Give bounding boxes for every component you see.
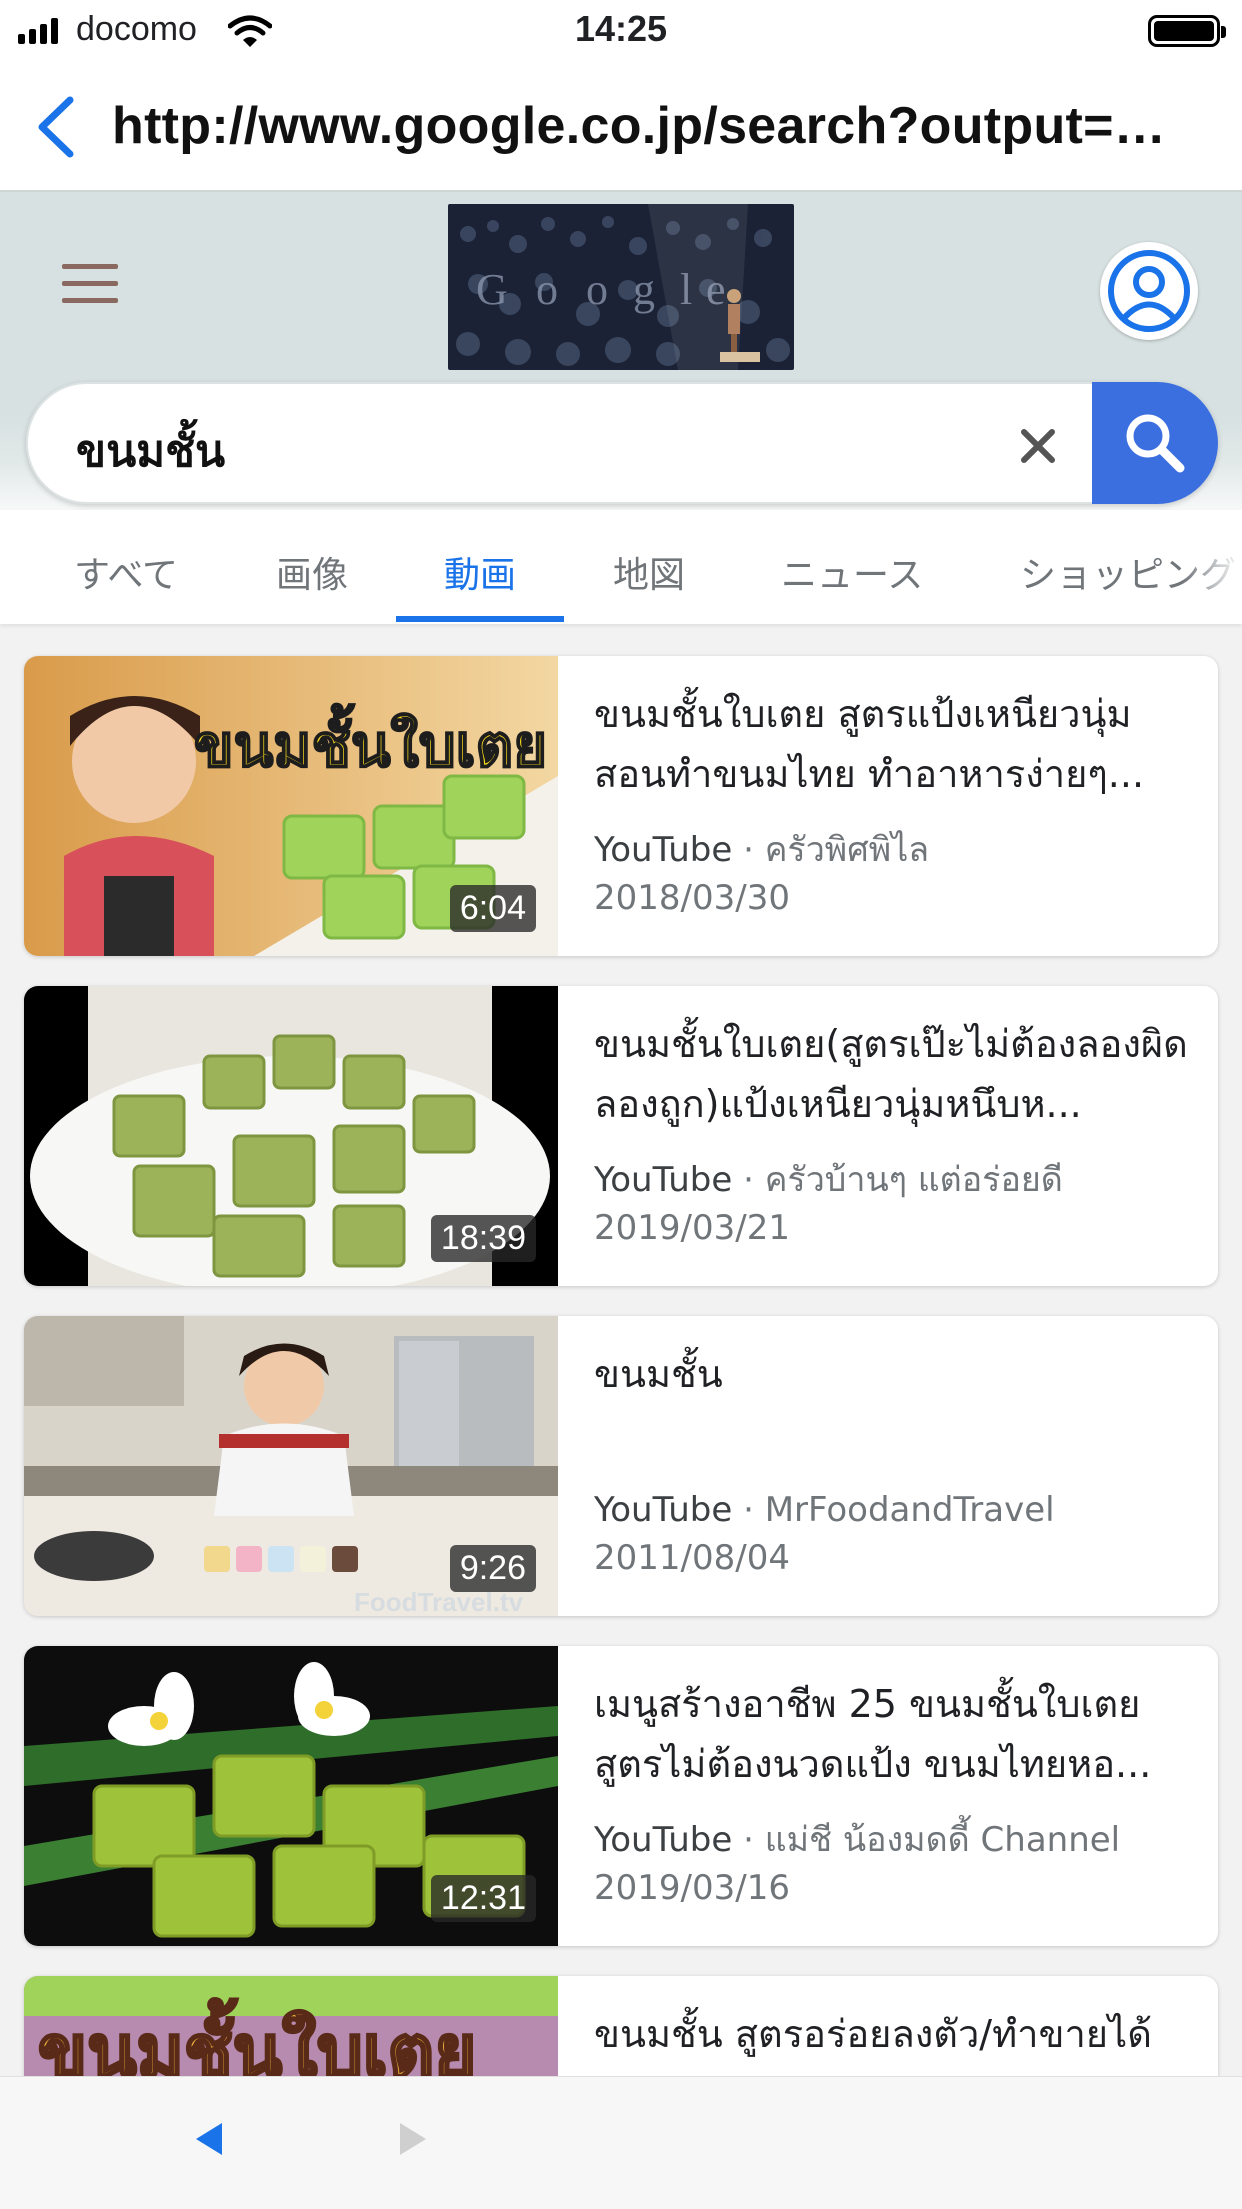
search-button[interactable] [1092, 382, 1218, 504]
search-tabs: すべて 画像 動画 地図 ニュース ショッピング [0, 510, 1242, 624]
tab-images[interactable]: 画像 [276, 546, 348, 598]
tab-all[interactable]: すべて [74, 546, 178, 598]
account-icon [1108, 250, 1190, 332]
tab-maps[interactable]: 地図 [613, 546, 685, 598]
video-results: ขนมชั้นใบเตย 6:04 ขนมชั้นใบเตย สูตรแป้งเ… [0, 624, 1242, 2076]
thumbnail-title-text: ขนมชั้นใบเตย [194, 704, 547, 780]
video-channel: · ครัวบ้านๆ แต่อร่อยดี [732, 1160, 1063, 1200]
video-thumbnail[interactable]: ขนมชั้นใบเตย 6:04 [24, 656, 558, 956]
video-date: 2019/03/21 [594, 1208, 790, 1248]
search-icon [1126, 414, 1185, 473]
svg-text:G: G [476, 265, 508, 314]
active-tab-indicator [396, 616, 564, 622]
svg-text:o: o [536, 265, 558, 314]
thumbnail-title-text: ขนมชั้นใบเตย [38, 1998, 476, 2076]
tab-videos[interactable]: 動画 [444, 546, 516, 598]
video-result-card[interactable]: ขนมชั้นใบเตย 6:04 ขนมชั้นใบเตย สูตรแป้งเ… [24, 656, 1218, 956]
video-duration: 9:26 [449, 1545, 536, 1592]
video-thumbnail[interactable]: FoodTravel.tv 9:26 [24, 1316, 558, 1616]
video-result-card[interactable]: ขนมชั้นใบเตย ขนมชั้น สูตรอร่อยลงตัว/ทำขา… [24, 1976, 1218, 2076]
video-source: YouTube [594, 1160, 733, 1200]
search-box[interactable]: ขนมชั้น [26, 382, 1218, 504]
video-result-card[interactable]: 12:31 เมนูสร้างอาชีพ 25 ขนมชั้นใบเตย สูต… [24, 1646, 1218, 1946]
status-time: 14:25 [574, 8, 668, 49]
video-title[interactable]: ขนมชั้น [594, 1344, 1194, 1404]
video-result-card[interactable]: FoodTravel.tv 9:26 ขนมชั้น YouTube · MrF… [24, 1316, 1218, 1616]
nav-back-icon[interactable] [190, 2119, 226, 2159]
google-doodle[interactable]: Google [448, 204, 794, 370]
nav-forward-icon[interactable] [396, 2119, 432, 2159]
clear-icon[interactable] [1018, 426, 1058, 466]
video-meta: YouTube · แม่ชี น้องมดดี้ Channel [594, 1816, 1120, 1864]
battery-icon [1148, 15, 1226, 47]
video-date: 2011/08/04 [594, 1538, 790, 1578]
video-source: YouTube [594, 1490, 733, 1530]
video-duration: 6:04 [449, 885, 536, 932]
video-source: YouTube [594, 830, 733, 870]
hamburger-icon[interactable] [62, 264, 118, 308]
video-date: 2019/03/16 [594, 1868, 790, 1908]
svg-text:o: o [586, 265, 608, 314]
account-button[interactable] [1100, 242, 1198, 340]
video-channel: · แม่ชี น้องมดดี้ Channel [732, 1820, 1121, 1860]
svg-text:g: g [633, 265, 655, 314]
video-title[interactable]: เมนูสร้างอาชีพ 25 ขนมชั้นใบเตย สูตรไม่ต้… [594, 1674, 1194, 1794]
video-channel: · ครัวพิศพิไล [732, 830, 930, 870]
back-chevron-icon[interactable] [32, 92, 82, 162]
google-header: Google ขนมชั้น [0, 192, 1242, 510]
url-text[interactable]: http://www.google.co.jp/search?output=&s… [112, 96, 1202, 156]
video-meta: YouTube · ครัวบ้านๆ แต่อร่อยดี [594, 1156, 1063, 1204]
video-duration: 18:39 [430, 1215, 536, 1262]
video-date: 2018/03/30 [594, 878, 790, 918]
status-bar: docomo 14:25 [0, 0, 1242, 62]
video-channel: · MrFoodandTravel [732, 1490, 1055, 1530]
video-result-card[interactable]: 18:39 ขนมชั้นใบเตย(สูตรเป๊ะไม่ต้องลองผิด… [24, 986, 1218, 1286]
video-thumbnail[interactable]: 12:31 [24, 1646, 558, 1946]
video-meta: YouTube · ครัวพิศพิไล [594, 826, 929, 874]
video-title[interactable]: ขนมชั้นใบเตย สูตรแป้งเหนียวนุ่ม สอนทำขนม… [594, 684, 1194, 804]
video-source: YouTube [594, 1820, 733, 1860]
browser-toolbar [0, 2076, 1242, 2209]
video-thumbnail[interactable]: ขนมชั้นใบเตย [24, 1976, 558, 2076]
video-title[interactable]: ขนมชั้น สูตรอร่อยลงตัว/ทำขายได้ [594, 2004, 1194, 2064]
tab-news[interactable]: ニュース [781, 546, 923, 598]
url-bar: http://www.google.co.jp/search?output=&s… [0, 62, 1242, 192]
video-meta: YouTube · MrFoodandTravel [594, 1486, 1055, 1534]
video-title[interactable]: ขนมชั้นใบเตย(สูตรเป๊ะไม่ต้องลองผิดลองถูก… [594, 1014, 1194, 1134]
video-duration: 12:31 [430, 1875, 536, 1922]
tab-fade [1182, 510, 1242, 624]
search-input[interactable]: ขนมชั้น [76, 416, 225, 486]
video-thumbnail[interactable]: 18:39 [24, 986, 558, 1286]
